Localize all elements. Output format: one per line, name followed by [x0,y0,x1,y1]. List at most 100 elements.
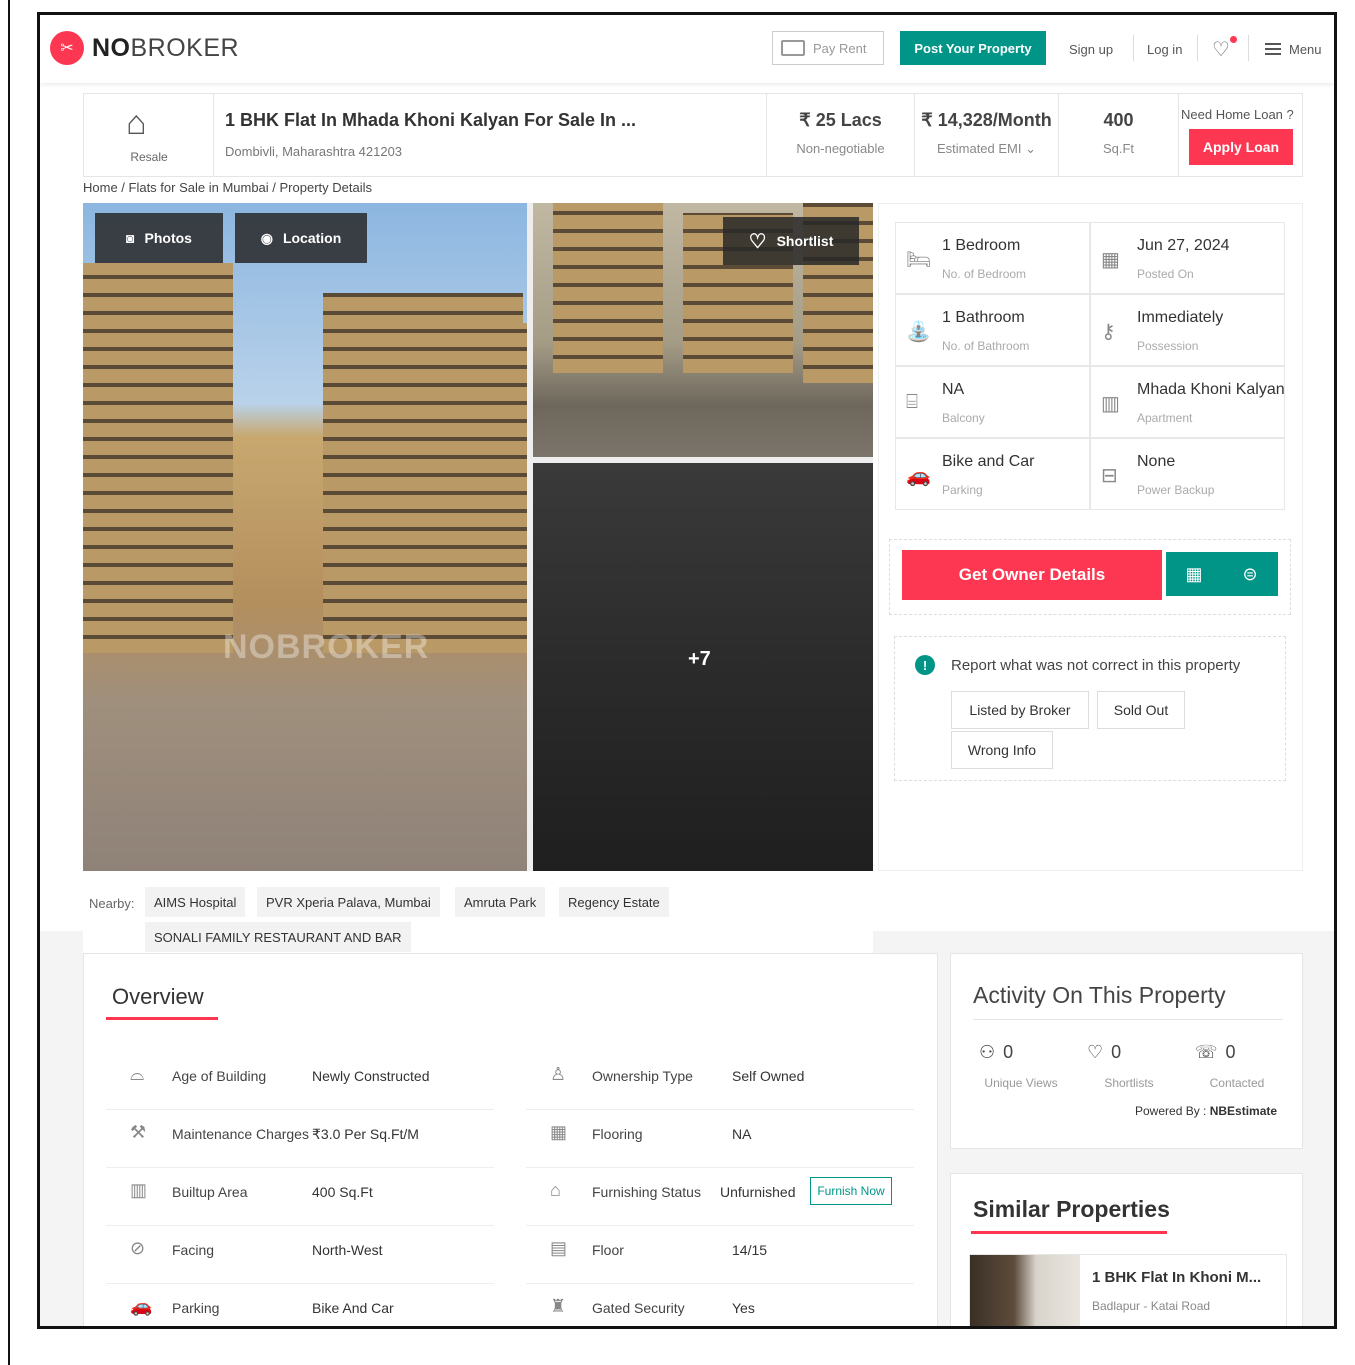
logo-icon: ✂ [50,31,84,65]
key-icon: ⚷ [1101,321,1116,343]
overview-section: Overview ⌓ Age of Building Newly Constru… [83,953,938,1326]
report-section: ! Report what was not correct in this pr… [894,636,1286,781]
menu-label[interactable]: Menu [1289,42,1322,57]
nearby-place[interactable]: PVR Xperia Palava, Mumbai [257,887,440,917]
user-icon: ⚇ [979,1042,996,1062]
car-icon: 🚗 [130,1296,153,1316]
heart-icon: ♡ [748,230,767,253]
overview-row: ⊘ Facing North-West [106,1226,494,1284]
overview-row: ⌂ Furnishing Status Unfurnished Furnish … [526,1168,914,1226]
price-value: ₹ 25 Lacs [799,110,882,130]
browser-frame: ✂ NOBROKER Pay Rent Post Your Property S… [37,12,1337,1329]
report-listed-by-broker[interactable]: Listed by Broker [951,691,1089,729]
building-area-icon: ▥ [130,1180,148,1200]
chat-button[interactable]: ⊜ [1222,552,1278,596]
nearby-place[interactable]: SONALI FAMILY RESTAURANT AND BAR [145,922,411,952]
pay-rent-label: Pay Rent [813,40,867,56]
overview-row: 🚗 Parking Bike And Car [106,1284,494,1326]
area-cell: 400 Sq.Ft [1059,94,1179,176]
sign-up-link[interactable]: Sign up [1069,42,1113,57]
breadcrumb[interactable]: Home / Flats for Sale in Mumbai / Proper… [83,180,372,195]
watermark-text: NOBROKER [223,628,430,666]
furnish-now-button[interactable]: Furnish Now [810,1177,892,1205]
photos-button[interactable]: ◙ Photos [95,213,223,263]
owner-icon: ♙ [550,1064,567,1084]
similar-property-photo[interactable] [970,1255,1080,1326]
overview-title: Overview [112,984,204,1009]
resale-cell: ⌂ Resale [84,94,214,176]
activity-title: Activity On This Property [973,982,1226,1008]
nearby-place[interactable]: AIMS Hospital [145,887,246,917]
powered-by: Powered By : NBEstimate [1135,1104,1278,1118]
location-button[interactable]: ◉ Location [235,213,367,263]
photos-label: Photos [144,230,192,246]
more-photos-count[interactable]: +7 [688,648,711,671]
price-note: Non-negotiable [796,141,885,156]
nearby-label: Nearby: [89,896,135,911]
detail-parking: 🚗 Bike and Car Parking [895,438,1090,510]
chevron-down-icon: ⌄ [1025,141,1037,156]
shortlist-heart-icon[interactable]: ♡ [1212,37,1230,62]
pay-rent-button[interactable]: Pay Rent [772,31,884,65]
log-in-link[interactable]: Log in [1147,42,1182,57]
building-icon: ▥ [1101,393,1120,415]
schedule-visit-button[interactable]: ▦ [1166,552,1222,596]
house-rupee-icon: ⌂ [126,104,147,142]
car-icon: 🚗 [906,465,931,487]
photo-gallery[interactable]: NOBROKER +7 ◙ Photos ◉ Location ♡ Shortl… [83,203,873,871]
left-border-line [8,0,10,1365]
price-cell: ₹ 25 Lacs Non-negotiable [767,94,915,176]
similar-property-name[interactable]: 1 BHK Flat In Khoni M... [1092,1269,1261,1286]
area-value: 400 [1103,110,1134,130]
emi-cell[interactable]: ₹ 14,328/Month Estimated EMI ⌄ [915,94,1059,176]
top-header: ✂ NOBROKER Pay Rent Post Your Property S… [40,15,1334,83]
calendar-icon: ▦ [1185,563,1203,584]
report-wrong-info[interactable]: Wrong Info [951,731,1053,769]
divider [1248,35,1249,61]
compass-icon: ⊘ [130,1238,146,1258]
guard-icon: ♜ [550,1296,567,1316]
nearby-place[interactable]: Regency Estate [559,887,669,917]
compass-icon: ◉ [260,229,273,246]
floor-icon: ▤ [550,1238,568,1258]
location-label: Location [282,230,342,246]
property-address: Dombivli, Maharashtra 421203 [225,144,403,159]
get-owner-details-button[interactable]: Get Owner Details [902,550,1162,600]
overview-underline [106,1017,218,1020]
similar-underline [971,1231,1167,1234]
heart-icon: ♡ [1087,1042,1104,1062]
main-property-photo[interactable]: NOBROKER [83,203,527,871]
sofa-icon: ⌂ [550,1180,561,1200]
apply-loan-button[interactable]: Apply Loan [1189,129,1293,165]
similar-property-card[interactable]: 1 BHK Flat In Khoni M... Badlapur - Kata… [969,1254,1287,1326]
area-unit: Sq.Ft [1102,141,1135,156]
detail-bathroom: ⛲ 1 Bathroom No. of Bathroom [895,294,1090,366]
divider [1197,35,1198,61]
overview-row: ▥ Builtup Area 400 Sq.Ft [106,1168,494,1226]
overview-row: ▦ Flooring NA [526,1110,914,1168]
overview-row: ▤ Floor 14/15 [526,1226,914,1284]
nearby-place[interactable]: Amruta Park [455,887,546,917]
resale-label: Resale [130,150,168,164]
card-icon [781,40,805,56]
divider [1133,35,1134,61]
post-property-button[interactable]: Post Your Property [900,31,1046,65]
similar-title: Similar Properties [973,1196,1170,1222]
chat-icon: ⊜ [1242,563,1258,584]
flooring-icon: ▦ [550,1122,568,1142]
hamburger-menu-icon[interactable] [1265,43,1281,58]
emi-value: ₹ 14,328/Month [921,110,1052,130]
report-sold-out[interactable]: Sold Out [1097,691,1185,729]
nobroker-logo[interactable]: ✂ NOBROKER [50,31,239,65]
info-icon: ! [915,655,935,675]
shortlist-button[interactable]: ♡ Shortlist [723,217,859,265]
similar-properties-section: Similar Properties 1 BHK Flat In Khoni M… [950,1173,1303,1326]
bed-icon: 🛏 [906,249,932,271]
similar-property-location: Badlapur - Katai Road [1092,1299,1211,1313]
contacted-stat: ☏ 0 Contacted [1195,1042,1265,1090]
unique-views-stat: ⚇ 0 Unique Views [979,1042,1058,1090]
emi-dropdown[interactable]: Estimated EMI ⌄ [915,141,1058,157]
balcony-icon: ⌸ [906,391,918,413]
detail-bedroom: 🛏 1 Bedroom No. of Bedroom [895,222,1090,294]
shortlists-stat: ♡ 0 Shortlists [1087,1042,1154,1090]
